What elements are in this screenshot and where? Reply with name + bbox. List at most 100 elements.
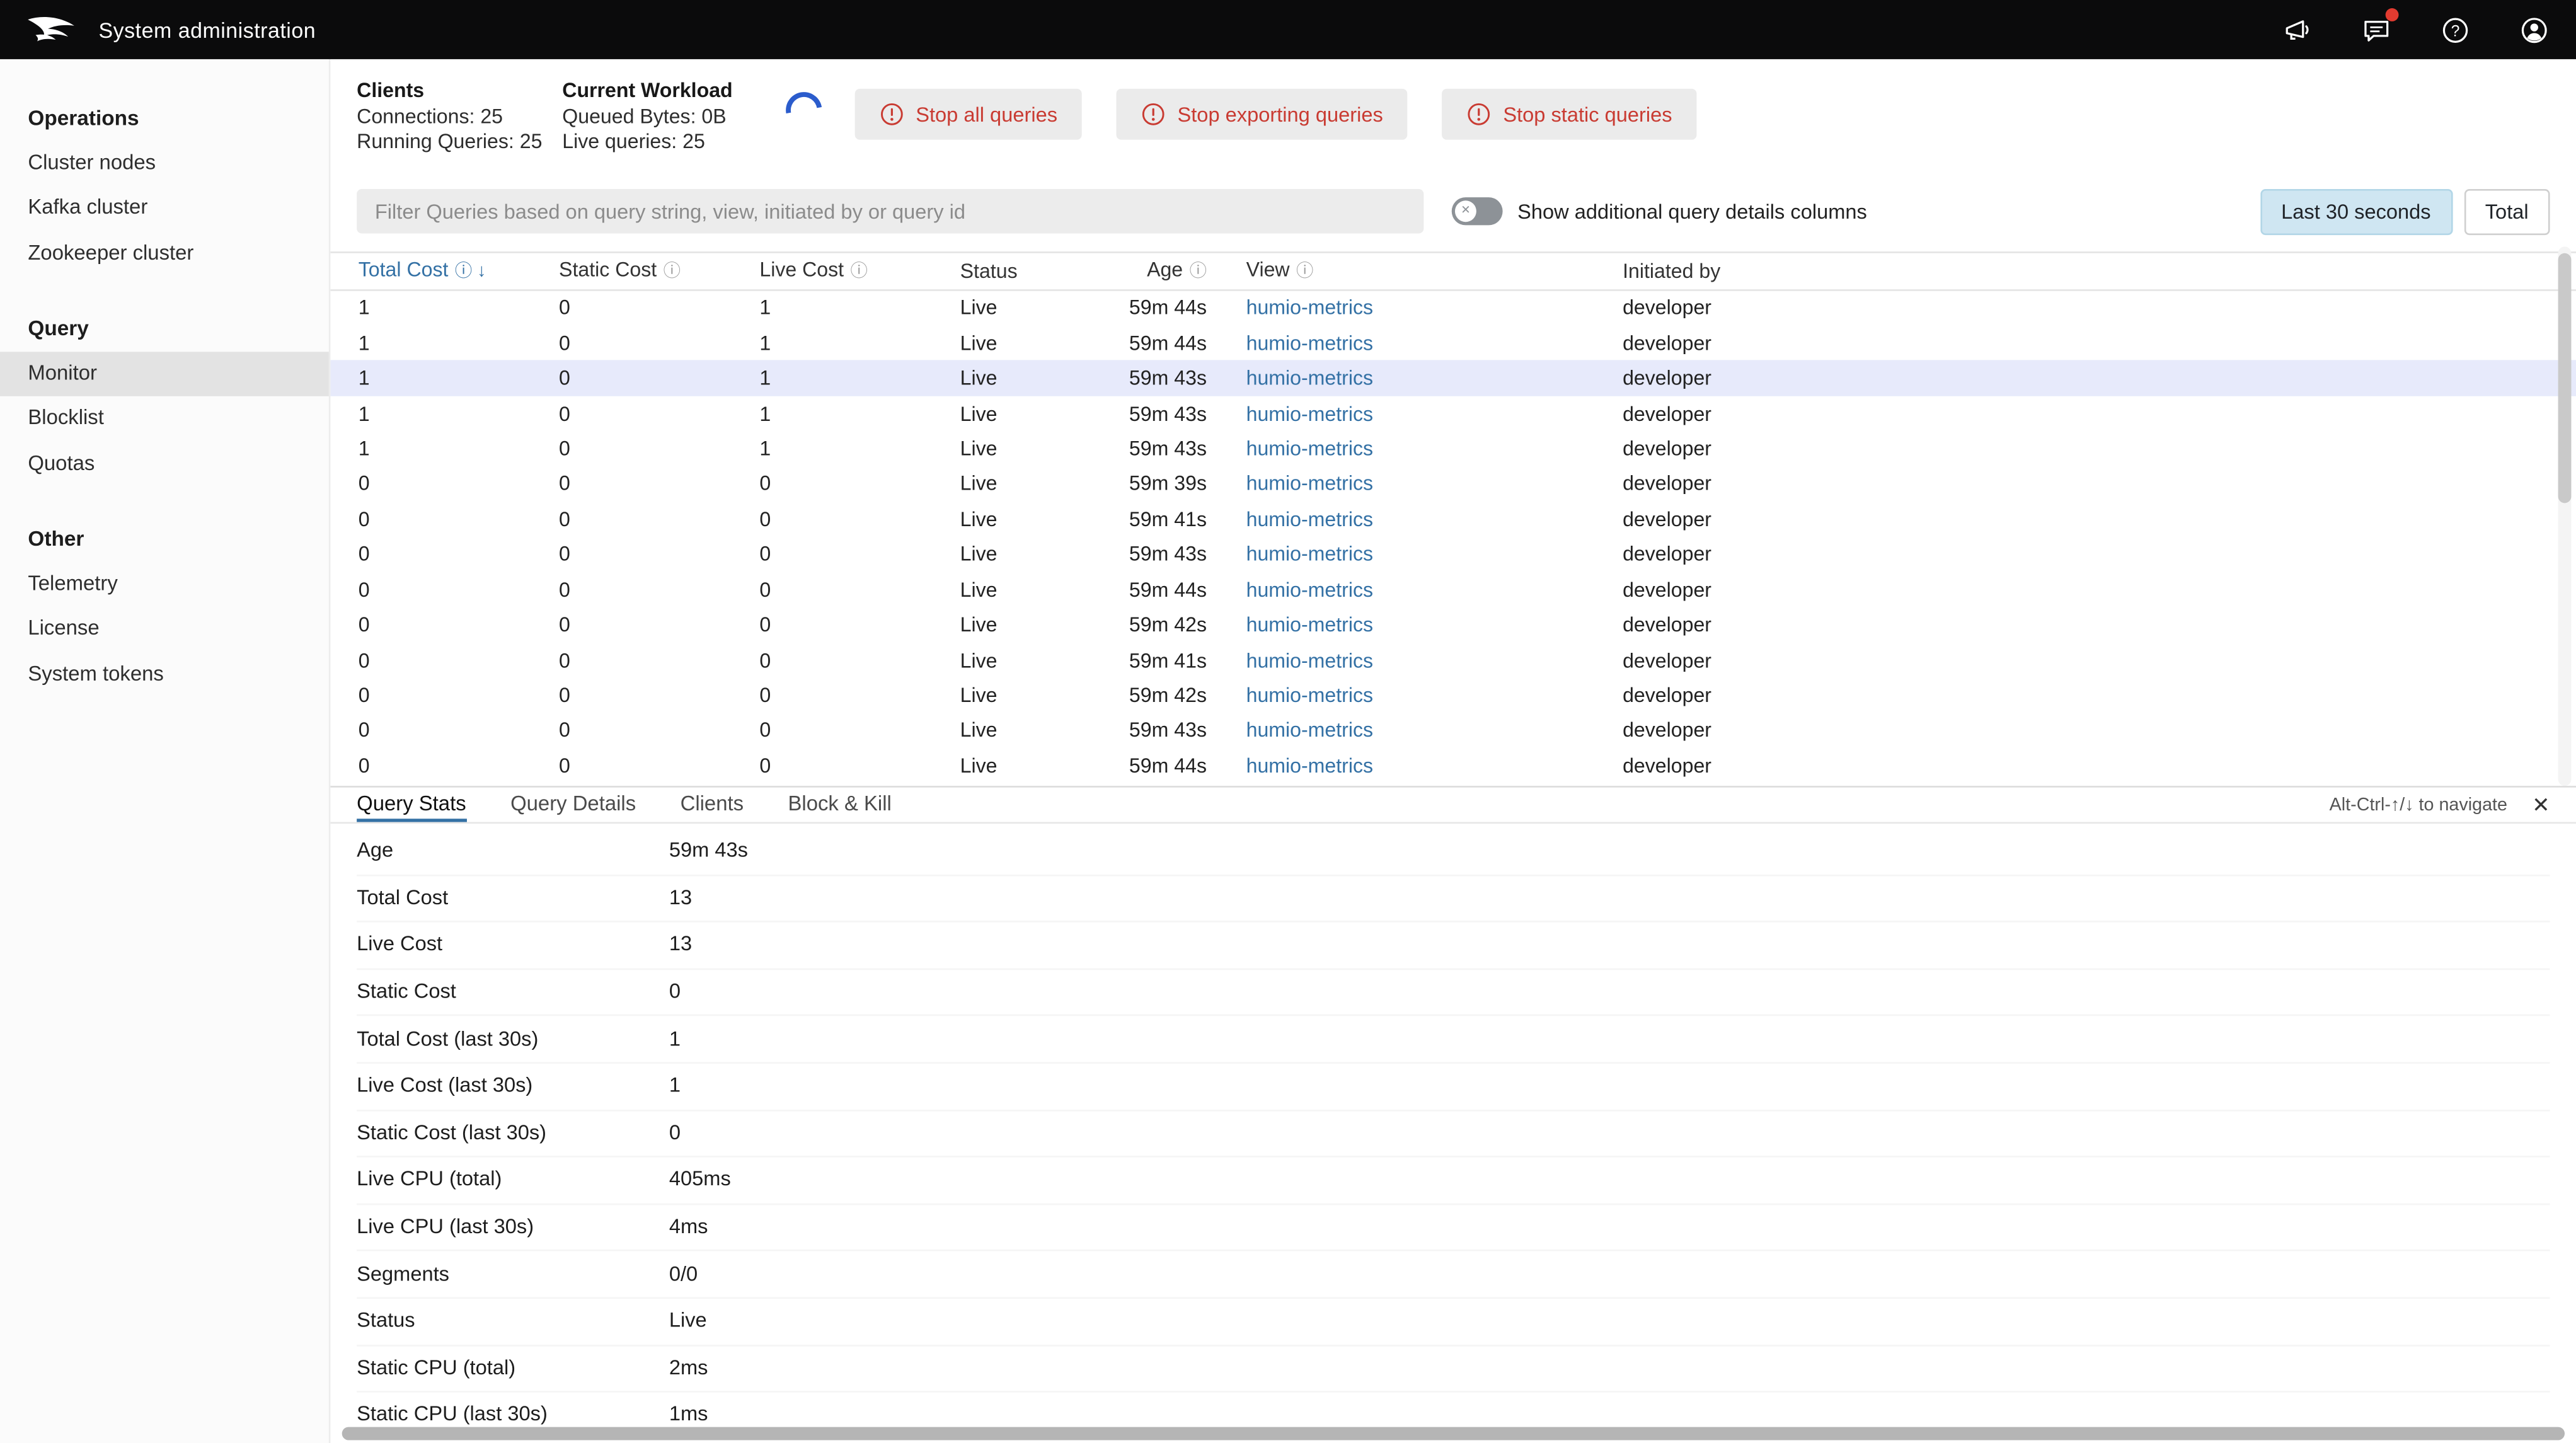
- column-header-view[interactable]: Viewⓘ: [1246, 258, 1623, 283]
- table-cell: Live: [960, 684, 1113, 707]
- view-link[interactable]: humio-metrics: [1246, 296, 1623, 319]
- table-cell: 0: [359, 473, 559, 496]
- sidebar-item-telemetry[interactable]: Telemetry: [0, 561, 329, 607]
- stop-static-queries-label: Stop static queries: [1503, 103, 1672, 126]
- column-header-live-cost[interactable]: Live Costⓘ: [759, 258, 960, 283]
- vertical-scrollbar-thumb[interactable]: [2558, 253, 2572, 503]
- table-cell: 59m 44s: [1113, 578, 1246, 602]
- table-row[interactable]: 000Live59m 44shumio-metricsdeveloper: [330, 572, 2576, 607]
- column-header-age[interactable]: Ageⓘ: [1113, 258, 1246, 283]
- sidebar-item-quotas[interactable]: Quotas: [0, 442, 329, 487]
- sidebar-item-license[interactable]: License: [0, 607, 329, 652]
- view-link[interactable]: humio-metrics: [1246, 331, 1623, 355]
- view-link[interactable]: humio-metrics: [1246, 543, 1623, 566]
- table-cell: 1: [359, 402, 559, 425]
- view-link[interactable]: humio-metrics: [1246, 437, 1623, 461]
- column-header-static-cost[interactable]: Static Costⓘ: [559, 258, 759, 283]
- table-cell: 59m 42s: [1113, 684, 1246, 707]
- table-cell: Live: [960, 754, 1113, 778]
- detail-value: 1ms: [669, 1405, 708, 1426]
- info-icon[interactable]: ⓘ: [1296, 262, 1313, 281]
- sidebar-item-kafka-cluster[interactable]: Kafka cluster: [0, 186, 329, 231]
- table-vertical-scrollbar[interactable]: [2558, 246, 2572, 786]
- table-cell: 0: [359, 719, 559, 742]
- table-row[interactable]: 000Live59m 42shumio-metricsdeveloper: [330, 678, 2576, 713]
- loading-spinner: [779, 85, 829, 135]
- view-link[interactable]: humio-metrics: [1246, 648, 1623, 672]
- close-panel-icon[interactable]: ✕: [2532, 794, 2550, 815]
- table-row[interactable]: 101Live59m 44shumio-metricsdeveloper: [330, 290, 2576, 325]
- stop-static-queries-button[interactable]: Stop static queries: [1442, 89, 1697, 140]
- table-cell: 59m 44s: [1113, 754, 1246, 778]
- view-link[interactable]: humio-metrics: [1246, 473, 1623, 496]
- detail-row: Static Cost0: [357, 970, 2550, 1017]
- sidebar-item-cluster-nodes[interactable]: Cluster nodes: [0, 141, 329, 186]
- table-cell: 0: [559, 754, 759, 778]
- column-header-total-cost[interactable]: Total Costⓘ↓: [359, 258, 559, 283]
- column-header-initiated-by[interactable]: Initiated by: [1623, 259, 2576, 282]
- table-row[interactable]: 101Live59m 43shumio-metricsdeveloper: [330, 431, 2576, 466]
- table-row[interactable]: 000Live59m 43shumio-metricsdeveloper: [330, 713, 2576, 749]
- table-row[interactable]: 000Live59m 39shumio-metricsdeveloper: [330, 466, 2576, 502]
- table-cell: 0: [359, 754, 559, 778]
- range-last-30-seconds-button[interactable]: Last 30 seconds: [2260, 188, 2452, 234]
- detail-label: Static CPU (total): [357, 1358, 669, 1379]
- feedback-chat-icon[interactable]: [2359, 13, 2392, 46]
- detail-row: Live Cost (last 30s)1: [357, 1064, 2550, 1111]
- info-icon[interactable]: ⓘ: [1190, 262, 1207, 281]
- detail-value: 405ms: [669, 1170, 731, 1191]
- info-icon[interactable]: ⓘ: [851, 262, 868, 281]
- filter-queries-input[interactable]: [357, 189, 1423, 233]
- tab-block-kill[interactable]: Block & Kill: [788, 788, 891, 822]
- tab-query-details[interactable]: Query Details: [510, 788, 636, 822]
- sidebar-item-monitor[interactable]: Monitor: [0, 351, 329, 396]
- tab-query-stats[interactable]: Query Stats: [357, 788, 466, 822]
- view-link[interactable]: humio-metrics: [1246, 614, 1623, 637]
- table-cell: 59m 43s: [1113, 367, 1246, 390]
- table-row[interactable]: 000Live59m 41shumio-metricsdeveloper: [330, 502, 2576, 537]
- table-cell: developer: [1623, 402, 2576, 425]
- tab-clients[interactable]: Clients: [681, 788, 744, 822]
- crowdstrike-falcon-logo-icon[interactable]: [26, 13, 79, 47]
- table-cell: Live: [960, 578, 1113, 602]
- table-row[interactable]: 000Live59m 41shumio-metricsdeveloper: [330, 643, 2576, 678]
- table-row[interactable]: 101Live59m 44shumio-metricsdeveloper: [330, 325, 2576, 360]
- alert-circle-icon: [880, 102, 904, 127]
- table-cell: developer: [1623, 437, 2576, 461]
- horizontal-scrollbar[interactable]: [342, 1427, 2565, 1440]
- view-link[interactable]: humio-metrics: [1246, 754, 1623, 778]
- table-row[interactable]: 000Live59m 43shumio-metricsdeveloper: [330, 537, 2576, 572]
- connections-count: Connections: 25: [357, 105, 562, 130]
- table-cell: 1: [359, 367, 559, 390]
- announcements-megaphone-icon[interactable]: [2280, 13, 2313, 46]
- range-total-button[interactable]: Total: [2464, 188, 2550, 234]
- view-link[interactable]: humio-metrics: [1246, 367, 1623, 390]
- table-row[interactable]: 101Live59m 43shumio-metricsdeveloper: [330, 396, 2576, 431]
- view-link[interactable]: humio-metrics: [1246, 719, 1623, 742]
- sidebar-item-system-tokens[interactable]: System tokens: [0, 652, 329, 697]
- show-columns-toggle[interactable]: ✕: [1452, 197, 1503, 225]
- horizontal-scrollbar-thumb[interactable]: [342, 1427, 2565, 1440]
- view-link[interactable]: humio-metrics: [1246, 684, 1623, 707]
- view-link[interactable]: humio-metrics: [1246, 578, 1623, 602]
- stop-exporting-queries-button[interactable]: Stop exporting queries: [1117, 89, 1408, 140]
- view-link[interactable]: humio-metrics: [1246, 402, 1623, 425]
- table-cell: 0: [759, 614, 960, 637]
- table-row[interactable]: 000Live59m 44shumio-metricsdeveloper: [330, 749, 2576, 784]
- sidebar-item-blocklist[interactable]: Blocklist: [0, 396, 329, 442]
- detail-label: Live Cost: [357, 934, 669, 956]
- system-administration-page: System administration: [0, 0, 2576, 1443]
- table-row[interactable]: 101Live59m 43shumio-metricsdeveloper: [330, 360, 2576, 396]
- column-header-status[interactable]: Status: [960, 259, 1113, 282]
- info-icon[interactable]: ⓘ: [664, 262, 681, 281]
- table-cell: Live: [960, 367, 1113, 390]
- account-icon[interactable]: [2517, 13, 2550, 46]
- stop-all-queries-button[interactable]: Stop all queries: [855, 89, 1082, 140]
- view-link[interactable]: humio-metrics: [1246, 508, 1623, 531]
- info-icon[interactable]: ⓘ: [455, 262, 472, 281]
- sidebar-item-zookeeper-cluster[interactable]: Zookeeper cluster: [0, 231, 329, 277]
- table-row[interactable]: 000Live59m 42shumio-metricsdeveloper: [330, 607, 2576, 643]
- help-icon[interactable]: ?: [2438, 13, 2471, 46]
- table-cell: 0: [759, 543, 960, 566]
- table-cell: 59m 44s: [1113, 296, 1246, 319]
